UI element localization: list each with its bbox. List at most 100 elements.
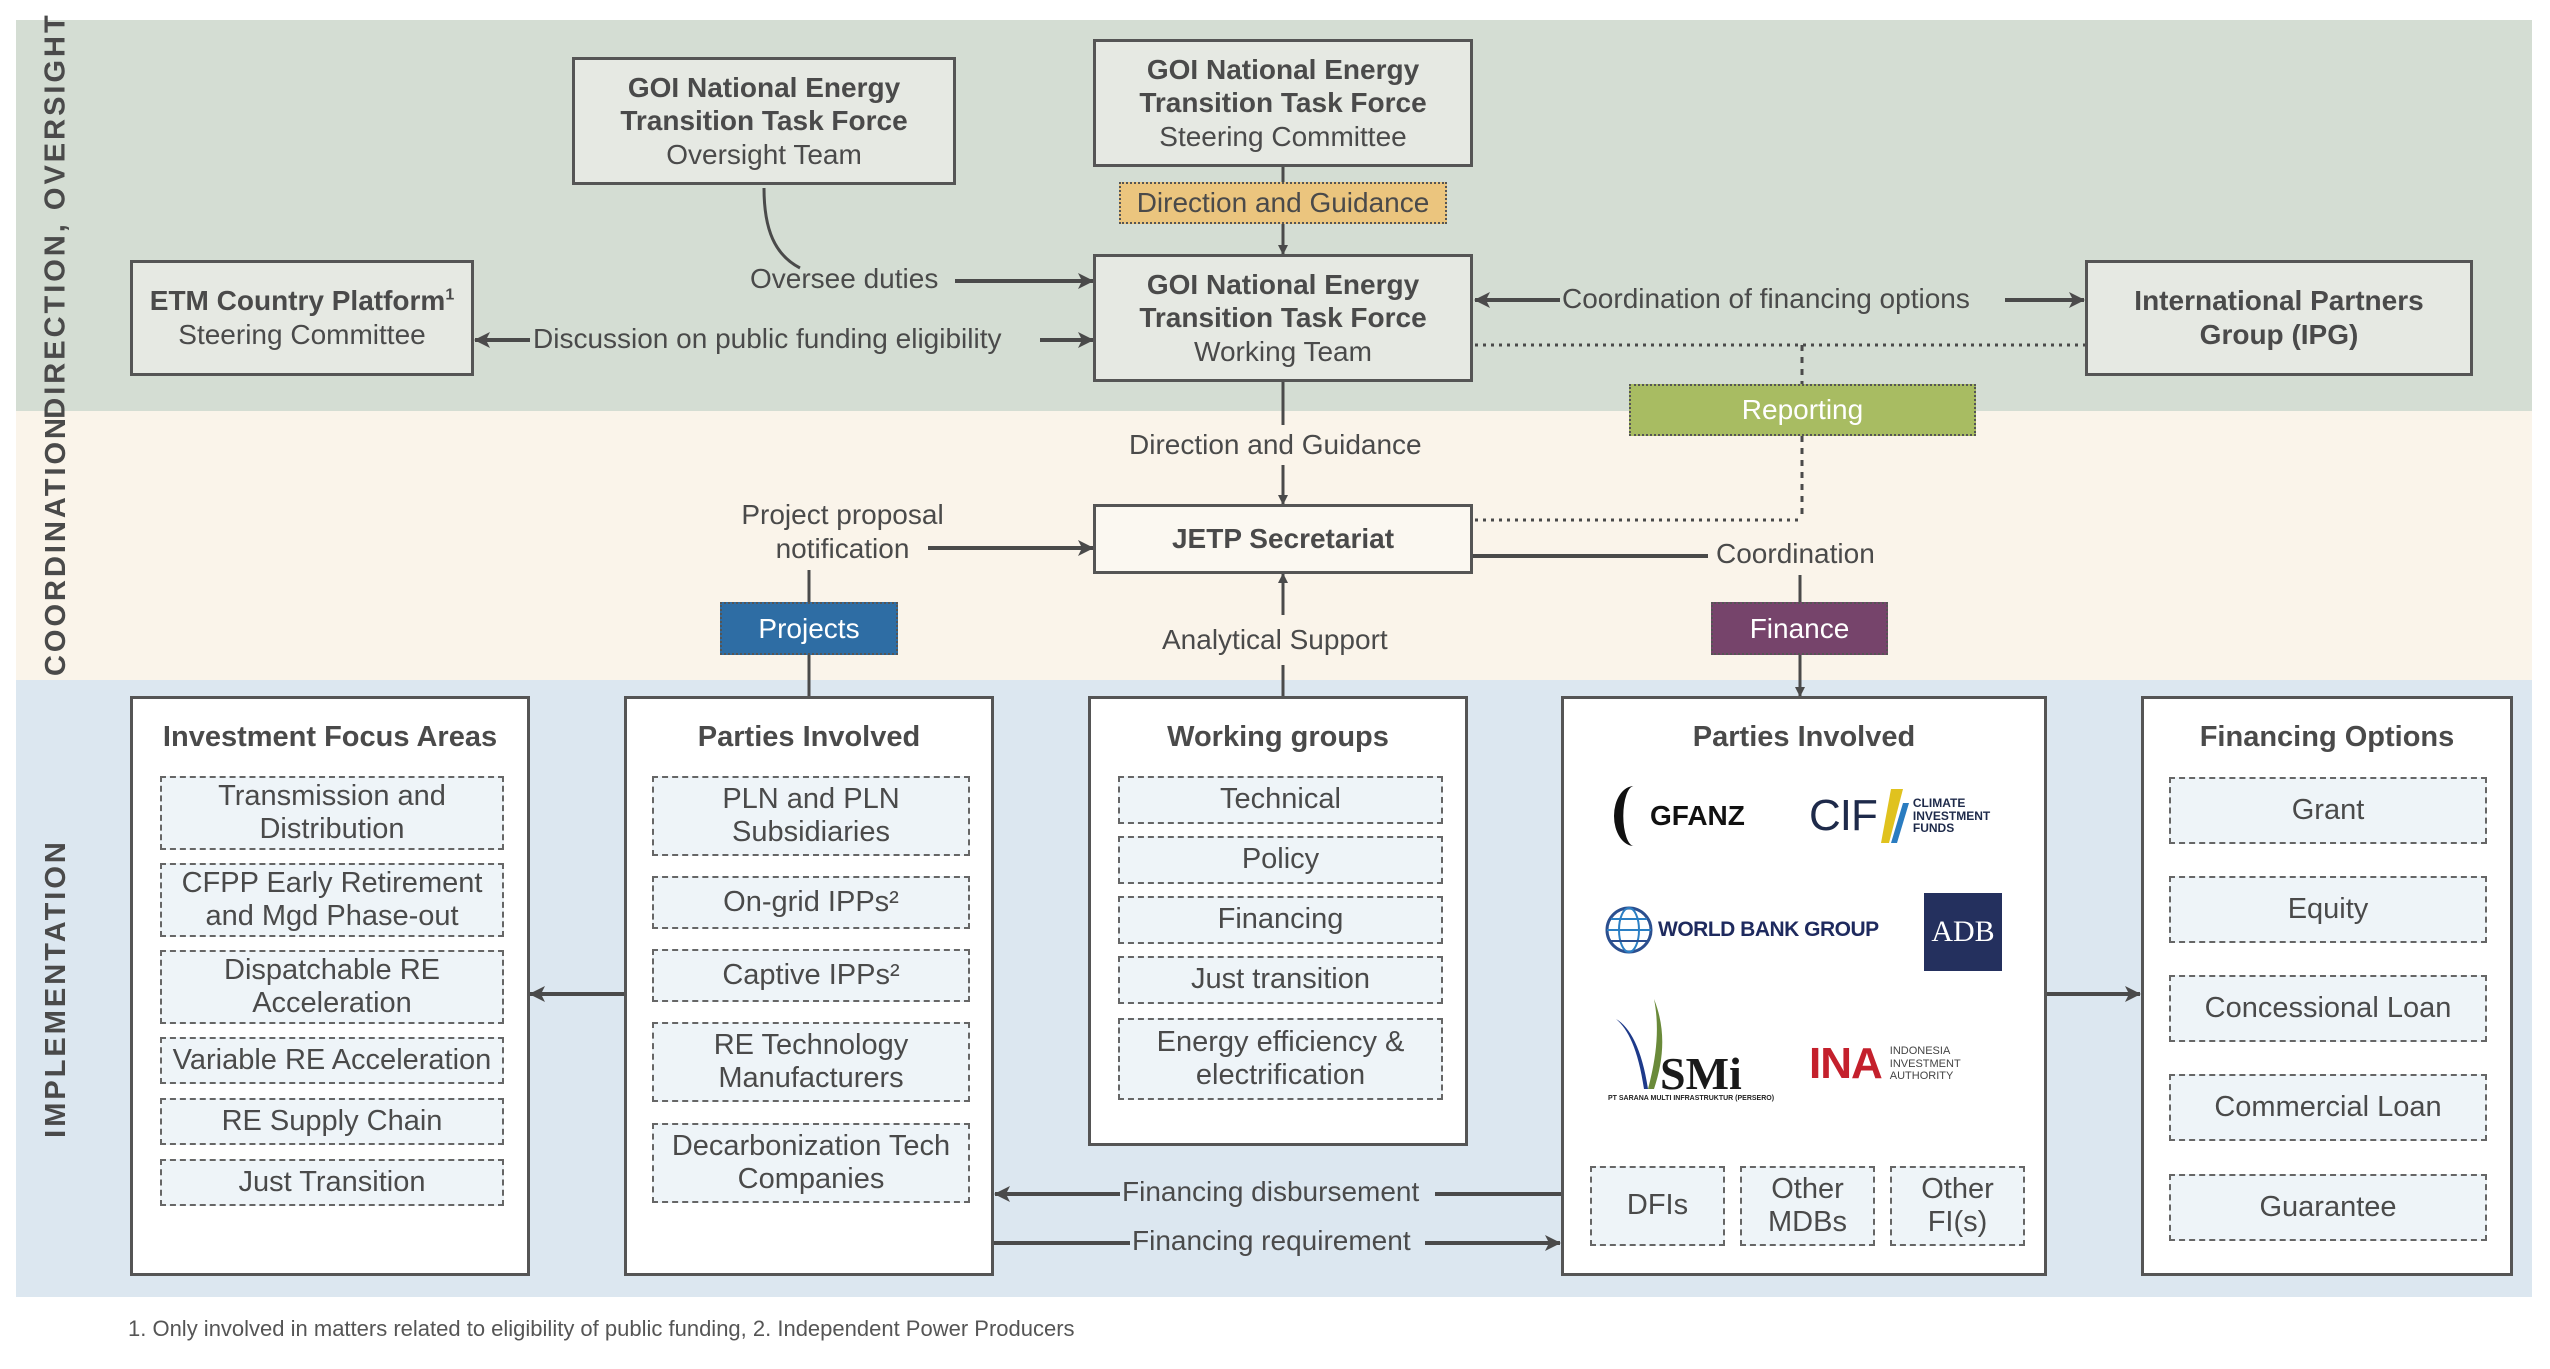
financing-option-item: Equity <box>2169 876 2487 943</box>
direction-guidance-label: Direction and Guidance <box>1129 429 1422 460</box>
steering-committee-box: GOI National Energy Transition Task Forc… <box>1093 39 1473 167</box>
finance-party-item: Other FI(s) <box>1890 1166 2025 1246</box>
footnote: 1. Only involved in matters related to e… <box>128 1316 1075 1341</box>
working-groups-title: Working groups <box>1167 721 1389 753</box>
steering-subtitle: Steering Committee <box>1159 120 1407 152</box>
adb-text: ADB <box>1931 915 1995 948</box>
finance-tag: Finance <box>1711 602 1888 655</box>
project-proposal-line1: Project proposal <box>741 499 944 530</box>
smi-mark-icon: SMi <box>1616 999 1742 1095</box>
financing-option-item: Guarantee <box>2169 1174 2487 1241</box>
financing-option-item: Concessional Loan <box>2169 975 2487 1042</box>
steering-title-line2: Transition Task Force <box>1139 87 1427 119</box>
discussion-label: Discussion on public funding eligibility <box>533 323 1002 354</box>
focus-item: RE Supply Chain <box>160 1098 504 1145</box>
oversight-curve <box>762 187 801 270</box>
reporting-tag: Reporting <box>1629 384 1976 436</box>
etm-title-text: ETM Country Platform <box>149 285 446 317</box>
gfanz-icon <box>1614 786 1634 846</box>
smi-subtext: PT SARANA MULTI INFRASTRUKTUR (PERSERO) <box>1608 1095 1775 1102</box>
financing-options-panel: Financing Options Grant Equity Concessio… <box>2141 696 2513 1276</box>
cif-mark-icon <box>1880 789 1909 843</box>
oversight-title-line1: GOI National Energy <box>627 71 901 103</box>
finance-party-item: DFIs <box>1590 1166 1725 1246</box>
cif-logo: CIF CLIMATE INVESTMENT FUNDS <box>1809 789 1990 843</box>
financing-disbursement-label: Financing disbursement <box>1122 1176 1420 1207</box>
steering-title-line1: GOI National Energy <box>1146 53 1420 85</box>
working-group-item: Financing <box>1118 896 1443 944</box>
adb-logo: ADB <box>1924 893 2002 971</box>
projects-tag-label: Projects <box>758 612 860 644</box>
projects-tag: Projects <box>720 602 898 655</box>
focus-item: Dispatchable RE Acceleration <box>160 950 504 1024</box>
ina-sub-line1: INDONESIA <box>1889 1045 1951 1058</box>
party-item: Captive IPPs² <box>652 949 970 1002</box>
world-bank-text: WORLD BANK GROUP <box>1658 918 1879 941</box>
reporting-tag-label: Reporting <box>1741 394 1864 425</box>
ina-sub-line2: INVESTMENT <box>1889 1057 1961 1070</box>
oversight-subtitle: Oversight Team <box>666 138 862 170</box>
party-item: RE Technology Manufacturers <box>652 1022 970 1102</box>
globe-icon <box>1605 906 1653 954</box>
financing-option-item: Commercial Loan <box>2169 1074 2487 1141</box>
world-bank-logo: WORLD BANK GROUP <box>1604 905 1879 955</box>
finance-tag-label: Finance <box>1749 612 1850 644</box>
direction-guidance-tag-label: Direction and Guidance <box>1136 187 1430 218</box>
project-proposal-line2: notification <box>775 532 910 564</box>
working-group-item: Energy efficiency & electrification <box>1118 1018 1443 1100</box>
etm-title: ETM Country Platform1 <box>150 284 454 318</box>
oversee-duties-label: Oversee duties <box>750 263 939 294</box>
party-item: PLN and PLN Subsidiaries <box>652 776 970 856</box>
working-group-item: Technical <box>1118 776 1443 824</box>
focus-item: Variable RE Acceleration <box>160 1037 504 1084</box>
financing-requirement-label: Financing requirement <box>1132 1225 1411 1256</box>
party-item: Decarbonization Tech Companies <box>652 1123 970 1203</box>
ipg-title-line2: Group (IPG) <box>2199 319 2359 350</box>
working-groups-panel: Working groups Technical Policy Financin… <box>1088 696 1468 1146</box>
etm-country-platform-box: ETM Country Platform1 Steering Committee <box>130 260 474 376</box>
working-group-item: Policy <box>1118 836 1443 884</box>
coordination-label: Coordination <box>1716 538 1875 569</box>
parties-projects-title: Parties Involved <box>697 721 921 753</box>
investment-focus-panel: Investment Focus Areas Transmission and … <box>130 696 530 1276</box>
oversight-team-box: GOI National Energy Transition Task Forc… <box>572 57 956 185</box>
cif-text: CIF <box>1809 791 1878 840</box>
jetp-title: JETP Secretariat <box>1171 523 1395 555</box>
analytical-support-label: Analytical Support <box>1162 624 1388 655</box>
working-subtitle: Working Team <box>1194 335 1372 367</box>
ipg-box: International Partners Group (IPG) <box>2085 260 2473 376</box>
ipg-title-line1: International Partners <box>2134 285 2424 317</box>
parties-finance-title: Parties Involved <box>1692 721 1916 753</box>
svg-text:SMi: SMi <box>1660 1048 1742 1095</box>
cif-sub-line1: CLIMATE <box>1912 796 1966 811</box>
working-title-line1: GOI National Energy <box>1146 268 1420 300</box>
focus-item: CFPP Early Retirement and Mgd Phase-out <box>160 863 504 937</box>
finance-party-item: Other MDBs <box>1740 1166 1875 1246</box>
working-title-line2: Transition Task Force <box>1139 302 1427 334</box>
etm-footnote-marker: 1 <box>445 287 455 305</box>
focus-item: Just Transition <box>160 1159 504 1206</box>
ina-sub-line3: AUTHORITY <box>1889 1070 1954 1083</box>
parties-projects-panel: Parties Involved PLN and PLN Subsidiarie… <box>624 696 994 1276</box>
gfanz-text: GFANZ <box>1650 800 1745 831</box>
cif-sub-line3: FUNDS <box>1912 821 1955 836</box>
financing-options-title: Financing Options <box>2199 721 2455 753</box>
smi-logo: SMi PT SARANA MULTI INFRASTRUKTUR (PERSE… <box>1608 999 1774 1102</box>
focus-item: Transmission and Distribution <box>160 776 504 850</box>
working-team-box: GOI National Energy Transition Task Forc… <box>1093 254 1473 382</box>
jetp-secretariat-box: JETP Secretariat <box>1093 504 1473 574</box>
cif-subtext: CLIMATE INVESTMENT FUNDS <box>1913 797 1990 835</box>
working-group-item: Just transition <box>1118 956 1443 1004</box>
ina-subtext: INDONESIA INVESTMENT AUTHORITY <box>1890 1045 1961 1083</box>
gfanz-logo: GFANZ <box>1608 784 1745 848</box>
ina-text: INA <box>1809 1039 1883 1088</box>
coordination-financing-label: Coordination of financing options <box>1562 283 1970 314</box>
project-proposal-label: Project proposal notification <box>735 498 950 565</box>
direction-guidance-tag: Direction and Guidance <box>1119 182 1447 224</box>
investment-focus-title: Investment Focus Areas <box>162 721 498 753</box>
ina-logo: INA INDONESIA INVESTMENT AUTHORITY <box>1809 1039 1961 1089</box>
financing-option-item: Grant <box>2169 777 2487 844</box>
party-item: On-grid IPPs² <box>652 876 970 929</box>
parties-finance-panel: Parties Involved GFANZ CIF CLIMATE INVES… <box>1561 696 2047 1276</box>
oversight-title-line2: Transition Task Force <box>620 105 908 137</box>
